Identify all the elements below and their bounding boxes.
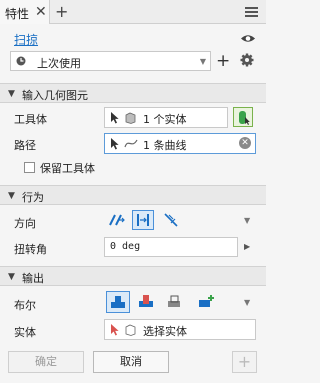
preset-dropdown[interactable]: 上次使用 ▼ <box>10 51 211 71</box>
chevron-down-icon: ▼ <box>8 191 15 201</box>
boolean-intersect-button[interactable] <box>164 291 186 311</box>
intersect-icon <box>168 295 180 307</box>
tab-bar: 特性 ✕ + <box>0 0 266 24</box>
chevron-down-icon[interactable]: ▼ <box>244 298 250 307</box>
solid-body-icon <box>125 112 136 124</box>
direction-asymmetric-button[interactable] <box>160 210 182 230</box>
tool-body-value: 1 个实体 <box>143 113 187 126</box>
cursor-icon <box>111 138 119 150</box>
body-selector[interactable]: 选择实体 <box>104 319 256 340</box>
twist-angle-value: 0 deg <box>110 241 141 252</box>
twist-angle-input[interactable]: 0 deg <box>104 237 238 257</box>
direction-label: 方向 <box>14 217 36 230</box>
direction-asymmetric-icon <box>164 213 178 227</box>
add-preset-icon[interactable]: + <box>216 51 230 71</box>
chevron-down-icon: ▼ <box>8 89 15 99</box>
keep-tool-label: 保留工具体 <box>40 162 95 175</box>
direction-symmetric-icon <box>137 214 149 226</box>
section-input-geometry[interactable]: ▼ 输入几何图元 <box>0 83 266 103</box>
chevron-down-icon: ▼ <box>199 57 206 66</box>
keep-tool-checkbox[interactable] <box>24 162 35 173</box>
tool-body-toggle[interactable] <box>233 107 253 127</box>
curve-icon <box>124 139 138 148</box>
eye-icon[interactable] <box>240 33 256 44</box>
cursor-icon <box>111 112 119 124</box>
direction-one-side-icon <box>109 214 125 226</box>
menu-icon[interactable] <box>245 7 258 17</box>
tab-label: 特性 <box>5 7 30 21</box>
twist-angle-label: 扭转角 <box>14 243 47 256</box>
cursor-icon <box>111 324 119 336</box>
boolean-label: 布尔 <box>14 299 36 312</box>
new-solid-icon <box>199 295 214 307</box>
preset-value: 上次使用 <box>37 57 81 70</box>
section-output[interactable]: ▼ 输出 <box>0 266 266 286</box>
chevron-down-icon: ▼ <box>8 272 15 282</box>
clear-icon[interactable]: ✕ <box>239 137 251 149</box>
solid-body-icon <box>125 324 136 336</box>
feature-title[interactable]: 扫掠 <box>14 31 38 48</box>
section-title: 行为 <box>22 191 44 204</box>
add-button[interactable]: + <box>232 351 257 373</box>
cut-icon <box>139 295 153 307</box>
boolean-cut-button[interactable] <box>136 291 158 311</box>
clock-icon <box>16 56 26 66</box>
tool-body-selector[interactable]: 1 个实体 <box>104 107 228 128</box>
body-label: 实体 <box>14 326 36 339</box>
gear-icon[interactable] <box>240 53 254 67</box>
path-selector[interactable]: 1 条曲线 ✕ <box>104 133 256 154</box>
join-icon <box>111 296 125 308</box>
add-tab-icon[interactable]: + <box>55 2 68 21</box>
section-behavior[interactable]: ▼ 行为 <box>0 185 266 205</box>
chevron-down-icon[interactable]: ▼ <box>244 216 250 225</box>
body-placeholder: 选择实体 <box>143 325 187 338</box>
cancel-button[interactable]: 取消 <box>93 351 169 373</box>
direction-one-side-button[interactable] <box>106 210 128 230</box>
ok-button[interactable]: 确定 <box>8 351 84 373</box>
path-value: 1 条曲线 <box>143 139 187 152</box>
section-title: 输出 <box>22 272 44 285</box>
body-cylinder-icon <box>239 111 250 125</box>
close-icon[interactable]: ✕ <box>35 4 47 20</box>
tab-properties[interactable]: 特性 ✕ <box>0 0 50 24</box>
path-label: 路径 <box>14 139 36 152</box>
tool-body-label: 工具体 <box>14 113 47 126</box>
section-title: 输入几何图元 <box>22 89 88 102</box>
chevron-right-icon[interactable]: ▶ <box>244 242 250 251</box>
boolean-join-button[interactable] <box>106 291 130 313</box>
direction-symmetric-button[interactable] <box>132 210 154 230</box>
boolean-new-solid-button[interactable] <box>196 291 218 311</box>
